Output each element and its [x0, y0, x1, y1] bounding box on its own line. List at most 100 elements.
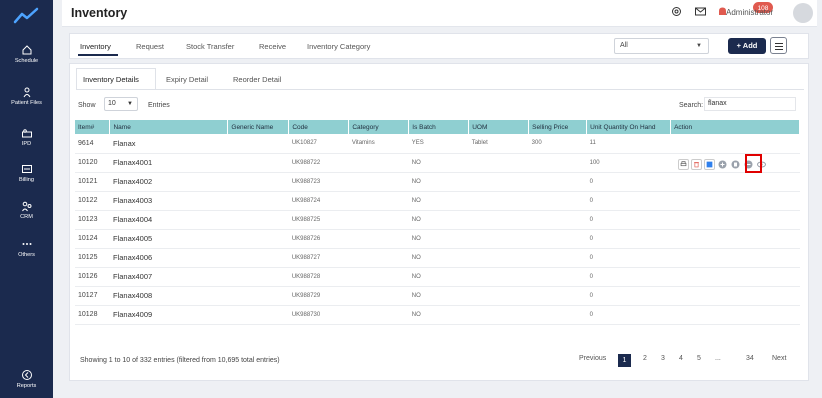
table-cell: YES — [408, 134, 469, 154]
inventory-card: Inventory Details Expiry Detail Reorder … — [69, 63, 809, 381]
table-row[interactable]: 10125 Flanax4006 UK988727 NO 0 — [75, 248, 800, 268]
column-header[interactable]: Item# — [75, 120, 111, 134]
sidebar-item-label: Reports — [16, 383, 37, 389]
sidebar-item-crm[interactable]: CRM — [0, 200, 53, 220]
table-cell: UK988726 — [288, 229, 349, 249]
user-name[interactable]: Administrator — [726, 8, 773, 17]
logo-icon — [13, 7, 39, 24]
table-cell — [528, 286, 587, 306]
filter-select[interactable]: All ▼ — [614, 38, 709, 54]
table-cell: NO — [408, 153, 469, 173]
table-row[interactable]: 10127 Flanax4008 UK988729 NO 0 — [75, 286, 800, 306]
stock-in-icon[interactable] — [730, 159, 741, 170]
table-cell: 10121 — [75, 172, 110, 192]
pagination-next[interactable]: Next — [772, 355, 786, 362]
highlight-box — [745, 154, 762, 173]
user-outline-icon — [23, 87, 30, 98]
mail-icon[interactable] — [694, 5, 707, 18]
tab-inventory[interactable]: Inventory — [80, 42, 111, 51]
add-circle-icon[interactable] — [717, 159, 728, 170]
table-cell: Flanax4001 — [109, 153, 228, 173]
pagination-ellipsis: ... — [715, 355, 721, 362]
table-cell: UK988723 — [288, 172, 349, 192]
table-row[interactable]: 10122 Flanax4003 UK988724 NO 0 — [75, 191, 800, 211]
trash-icon[interactable] — [691, 159, 702, 170]
table-cell — [468, 153, 529, 173]
table-cell: 10120 — [75, 153, 110, 173]
sidebar-item-label: CRM — [20, 214, 33, 220]
table-row[interactable]: 10121 Flanax4002 UK988723 NO 0 — [75, 172, 800, 192]
column-header[interactable]: Code — [288, 120, 350, 134]
table-cell — [348, 305, 409, 325]
tab-stock-transfer[interactable]: Stock Transfer — [186, 42, 234, 51]
add-button[interactable]: + Add — [728, 38, 766, 54]
pagination-page-2[interactable]: 2 — [643, 355, 647, 362]
table-cell: UK988724 — [288, 191, 349, 211]
column-header[interactable]: Category — [348, 120, 410, 134]
sidebar-item-label: Schedule — [14, 58, 39, 64]
caret-down-icon: ▼ — [127, 101, 133, 107]
edit-icon[interactable] — [704, 159, 715, 170]
sidebar-item-reports[interactable]: Reports — [0, 369, 53, 389]
pagination-page-34[interactable]: 34 — [746, 355, 754, 362]
table-cell: UK988729 — [288, 286, 349, 306]
pagination-page-5[interactable]: 5 — [697, 355, 701, 362]
column-header[interactable]: Unit Quantity On Hand — [586, 120, 672, 134]
pagination-page-1[interactable]: 1 — [618, 354, 631, 367]
pagination-page-4[interactable]: 4 — [679, 355, 683, 362]
sidebar-item-label: Billing — [19, 177, 34, 183]
table-cell — [227, 248, 289, 268]
sidebar-item-patient-files[interactable]: Patient Files — [0, 86, 53, 106]
sidebar-item-schedule[interactable]: Schedule — [0, 44, 53, 64]
tab-inventory-details[interactable]: Inventory Details — [83, 75, 139, 84]
column-header[interactable]: Generic Name — [227, 120, 290, 134]
avatar[interactable] — [793, 3, 813, 23]
table-cell — [468, 267, 529, 287]
table-row[interactable]: 10123 Flanax4004 UK988725 NO 0 — [75, 210, 800, 230]
table-row[interactable]: 10124 Flanax4005 UK988726 NO 0 — [75, 229, 800, 249]
tab-expiry-detail[interactable]: Expiry Detail — [166, 75, 208, 84]
pagination-previous[interactable]: Previous — [579, 355, 606, 362]
table-cell: 0 — [586, 229, 671, 249]
table-cell — [670, 305, 800, 325]
sidebar-item-others[interactable]: Others — [0, 238, 53, 258]
table-cell — [227, 172, 289, 192]
tab-request[interactable]: Request — [136, 42, 164, 51]
print-icon[interactable] — [678, 159, 689, 170]
table-cell: 0 — [586, 172, 671, 192]
sidebar: Schedule Patient Files IPD Billing CRM O… — [0, 0, 53, 398]
table-cell: NO — [408, 172, 469, 192]
filter-select-value: All — [620, 42, 628, 49]
column-header: Action — [670, 120, 800, 134]
table-cell: UK988725 — [288, 210, 349, 230]
table-cell — [468, 172, 529, 192]
column-header[interactable]: UOM — [468, 120, 530, 134]
inventory-table: Item# Name Generic Name Code Category Is… — [75, 120, 800, 325]
table-row[interactable]: 10128 Flanax4009 UK988730 NO 0 — [75, 305, 800, 325]
tab-receive[interactable]: Receive — [259, 42, 286, 51]
table-cell — [227, 134, 289, 154]
table-cell: 0 — [586, 267, 671, 287]
menu-button[interactable] — [770, 37, 787, 54]
table-cell: 0 — [586, 248, 671, 268]
page-title: Inventory — [71, 6, 128, 20]
table-cell: 10122 — [75, 191, 110, 211]
table-row[interactable]: 9614 Flanax UK10827 Vitamins YES Tablet 300 11 — [75, 134, 800, 154]
column-header[interactable]: Name — [109, 120, 229, 134]
column-header[interactable]: Is Batch — [408, 120, 470, 134]
tab-inventory-category[interactable]: Inventory Category — [307, 42, 370, 51]
pagination-page-3[interactable]: 3 — [661, 355, 665, 362]
table-cell: UK988727 — [288, 248, 349, 268]
sidebar-item-billing[interactable]: Billing — [0, 163, 53, 183]
table-cell — [670, 229, 800, 249]
table-cell — [227, 305, 289, 325]
table-row[interactable]: 10126 Flanax4007 UK988728 NO 0 — [75, 267, 800, 287]
page-size-select[interactable]: 10 ▼ — [104, 97, 138, 111]
tab-reorder-detail[interactable]: Reorder Detail — [233, 75, 281, 84]
table-cell: Flanax4008 — [109, 286, 228, 306]
table-cell: NO — [408, 248, 469, 268]
search-input[interactable]: flanax — [704, 97, 796, 111]
sidebar-item-ipd[interactable]: IPD — [0, 127, 53, 147]
gear-icon[interactable] — [670, 5, 683, 18]
column-header[interactable]: Selling Price — [528, 120, 588, 134]
